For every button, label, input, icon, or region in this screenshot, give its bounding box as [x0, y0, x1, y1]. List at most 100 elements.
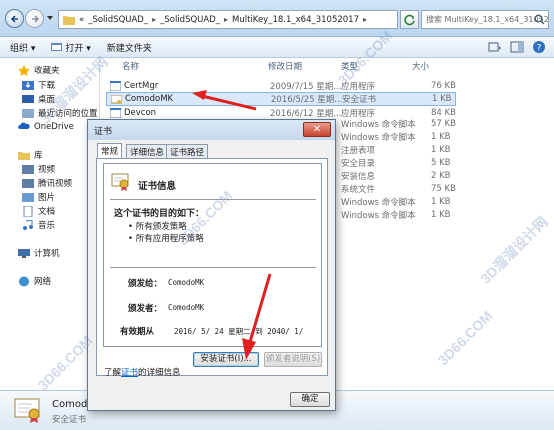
file-size: 5 KB [431, 158, 451, 168]
valid-from-label: 有效期从 [120, 327, 155, 337]
search-input[interactable]: 搜索 MultiKey_18.1_x64_31052017 [421, 10, 549, 29]
address-bar[interactable]: « _SolidSQUAD_ ▸ _SolidSQUAD_ ▸ MultiKey… [58, 10, 398, 29]
tab-details[interactable]: 详细信息 [126, 144, 169, 158]
nav-tencent-video[interactable]: 腾讯视频 [22, 177, 72, 189]
nav-pictures[interactable]: 图片 [22, 191, 55, 203]
organize-menu[interactable]: 组织 ▾ [10, 41, 35, 54]
file-size: 1 KB [432, 94, 452, 104]
column-header-size[interactable]: 大小 [412, 58, 429, 74]
refresh-button[interactable] [400, 10, 419, 29]
certificate-help-link[interactable]: 证书 [121, 368, 138, 378]
column-header-modified[interactable]: 修改日期 [268, 58, 302, 74]
file-name: CertMgr [124, 81, 159, 91]
issued-to-label: 颁发给： [128, 279, 163, 289]
nav-downloads[interactable]: 下载 [22, 79, 55, 91]
file-size: 57 KB [431, 119, 456, 129]
certificate-icon [111, 173, 129, 191]
nav-music-label: 音乐 [38, 221, 56, 231]
nav-network[interactable]: 网络 [18, 275, 51, 287]
dialog-titlebar: 证书 ✕ [88, 120, 335, 140]
purpose-header: 这个证书的目的如下： [114, 209, 205, 219]
nav-videos[interactable]: 视频 [22, 163, 55, 175]
recent-places-icon [22, 108, 34, 118]
nav-tencent-video-label: 腾讯视频 [38, 179, 73, 189]
pictures-icon [22, 192, 34, 202]
nav-pictures-label: 图片 [38, 193, 56, 203]
help-icon[interactable]: ? [532, 40, 546, 54]
tencent-video-icon [22, 178, 34, 188]
file-size: 2 KB [431, 171, 451, 181]
issued-by-label: 颁发者： [128, 304, 163, 314]
dialog-title: 证书 [94, 127, 113, 137]
file-row[interactable]: CertMgr 2009/7/15 星期... 应用程序 76 KB [106, 79, 456, 93]
open-menu[interactable]: 打开 ▾ [51, 41, 91, 54]
nav-favorites[interactable]: 收藏夹 [18, 64, 60, 76]
command-bar: 组织 ▾ 打开 ▾ 新建文件夹 ? [0, 37, 554, 58]
nav-onedrive[interactable]: OneDrive [18, 121, 74, 132]
preview-pane-icon[interactable] [510, 40, 524, 54]
search-icon [534, 14, 545, 25]
file-date: 2009/7/15 星期... [270, 82, 342, 92]
file-name: ComodoMK [125, 94, 174, 104]
documents-icon [23, 205, 33, 217]
install-certificate-button[interactable]: 安装证书(I)... [193, 352, 259, 367]
refresh-icon [404, 14, 415, 26]
file-size: 1 KB [431, 210, 451, 220]
nav-libraries[interactable]: 库 [18, 149, 43, 161]
forward-button[interactable] [25, 9, 44, 28]
nav-favorites-label: 收藏夹 [34, 66, 60, 76]
file-type: 系统文件 [341, 185, 376, 195]
tab-certification-path[interactable]: 证书路径 [166, 144, 209, 158]
nav-desktop-label: 桌面 [38, 95, 56, 105]
svg-text:?: ? [537, 44, 542, 54]
back-button[interactable] [5, 9, 24, 28]
nav-onedrive-label: OneDrive [34, 121, 74, 132]
breadcrumb-item[interactable]: _SolidSQUAD_ [160, 15, 220, 25]
column-header-type[interactable]: 类型 [341, 58, 358, 74]
downloads-folder-icon [22, 80, 34, 90]
validity-period: 2016/ 5/ 24 星期二 到 2040/ 1/ [174, 327, 304, 336]
dialog-close-button[interactable]: ✕ [303, 122, 331, 137]
nav-documents-label: 文档 [38, 207, 56, 217]
library-icon [18, 151, 30, 160]
open-icon [51, 43, 63, 51]
music-icon [23, 219, 33, 230]
tab-general[interactable]: 常规 [97, 143, 123, 159]
nav-downloads-label: 下载 [38, 81, 56, 91]
column-type-label: 类型 [341, 62, 359, 72]
organize-label: 组织 ▾ [10, 43, 36, 54]
ok-button[interactable]: 确定 [290, 392, 330, 407]
watermark: 3D溜溜设计网 [477, 213, 551, 287]
breadcrumb-separator: ▸ [224, 15, 229, 24]
file-size: 1 KB [431, 197, 451, 207]
nav-videos-label: 视频 [38, 165, 56, 175]
video-icon [22, 164, 34, 174]
nav-computer[interactable]: 计算机 [18, 247, 60, 259]
file-type: Windows 命令脚本 [341, 211, 416, 221]
certificate-info-box: 证书信息 这个证书的目的如下： • 所有颁发策略 • 所有应用程序策略 颁发给：… [103, 163, 322, 347]
breadcrumb-item[interactable]: MultiKey_18.1_x64_31052017 [232, 15, 359, 25]
nav-music[interactable]: 音乐 [22, 219, 55, 231]
column-header-name[interactable]: 名称 [122, 58, 139, 74]
nav-desktop[interactable]: 桌面 [22, 93, 55, 105]
file-size: 1 KB [431, 145, 451, 155]
desktop-icon [22, 94, 34, 103]
purpose-item: • 所有应用程序策略 [128, 234, 204, 244]
view-options-icon[interactable] [488, 40, 502, 54]
file-type: Windows 命令脚本 [341, 120, 416, 130]
breadcrumb-separator: ▸ [152, 15, 157, 24]
file-type: Windows 命令脚本 [341, 198, 416, 208]
computer-icon [18, 248, 30, 258]
search-placeholder: 搜索 MultiKey_18.1_x64_31052017 [426, 15, 549, 24]
history-dropdown-icon[interactable] [46, 14, 54, 22]
new-folder-button[interactable]: 新建文件夹 [107, 41, 152, 54]
breadcrumb-item[interactable]: _SolidSQUAD_ [88, 15, 148, 25]
nav-recent-places[interactable]: 最近访问的位置 [22, 107, 98, 119]
navigation-pane: 收藏夹 下载 桌面 最近访问的位置 OneDrive 库 视频 腾讯视频 图片 … [0, 58, 100, 390]
nav-recent-label: 最近访问的位置 [38, 109, 98, 119]
issuer-statement-button[interactable]: 颁发者说明(S) [264, 352, 322, 367]
file-row-selected[interactable]: ComodoMK 2016/5/25 星期... 安全证书 1 KB [106, 92, 456, 106]
nav-documents[interactable]: 文档 [22, 205, 55, 217]
explorer-titlebar: « _SolidSQUAD_ ▸ _SolidSQUAD_ ▸ MultiKey… [0, 0, 554, 37]
file-size: 1 KB [431, 132, 451, 142]
